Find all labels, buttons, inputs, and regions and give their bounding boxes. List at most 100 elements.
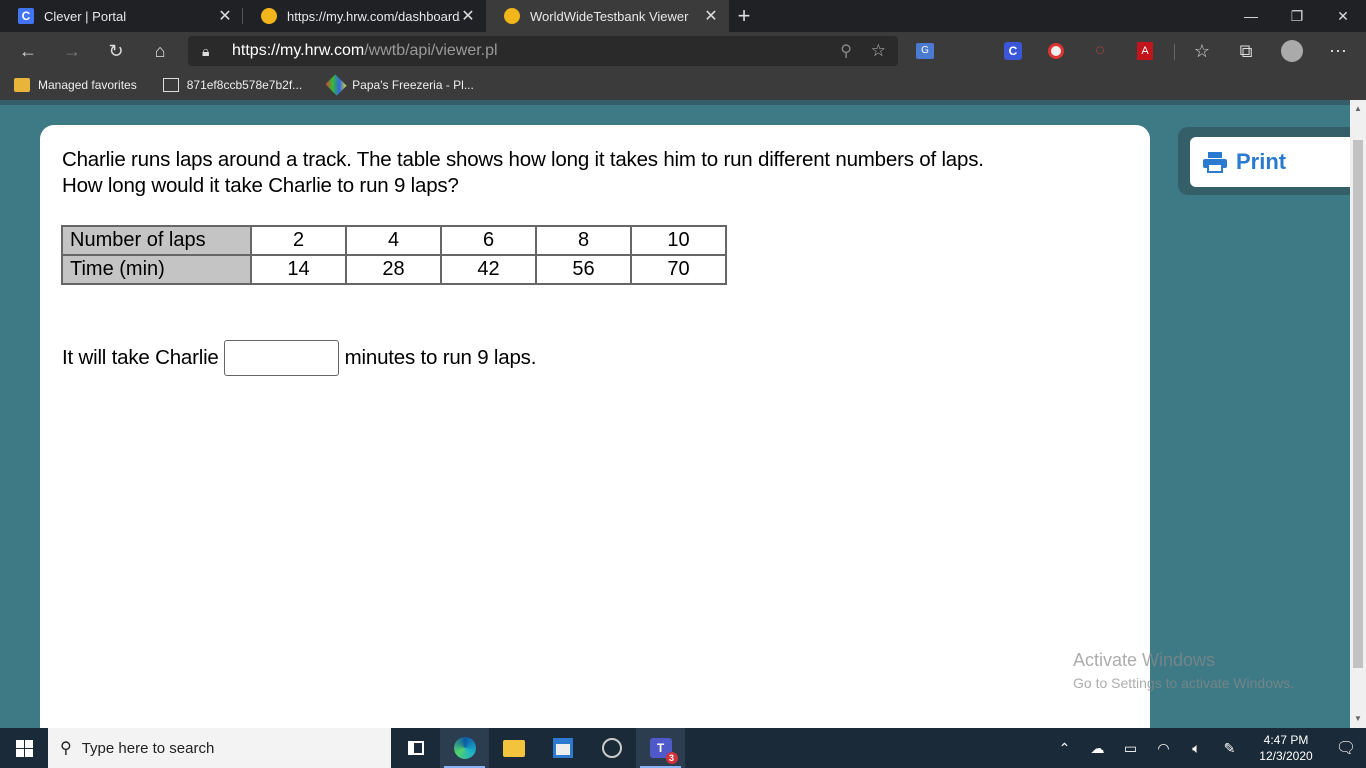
question-text: Charlie runs laps around a track. The ta…	[62, 147, 1062, 199]
show-hidden-icons-icon[interactable]: ⌃	[1048, 740, 1081, 757]
edge-icon	[453, 737, 476, 759]
windows-taskbar: ⚲ Type here to search T3 ⌃ ☁ ▭ ◠ 🔈︎ ✎ 4:…	[0, 728, 1366, 768]
wifi-icon[interactable]: ◠	[1147, 740, 1180, 757]
file-explorer-icon	[502, 739, 525, 757]
clock-date: 12/3/2020	[1259, 749, 1313, 763]
page-viewport: Charlie runs laps around a track. The ta…	[0, 100, 1350, 728]
favorite-papas-freezeria[interactable]: Papa's Freezeria - Pl...	[325, 74, 474, 96]
activate-windows-watermark: Activate Windows Go to Settings to activ…	[1073, 650, 1294, 691]
start-button[interactable]	[0, 728, 48, 768]
task-view-button[interactable]	[391, 728, 440, 768]
answer-prefix: It will take Charlie	[62, 346, 219, 369]
minimize-button[interactable]: —	[1228, 0, 1274, 32]
table-cell: 42	[440, 254, 537, 285]
battery-icon[interactable]: ▭	[1114, 740, 1147, 757]
profile-avatar[interactable]	[1272, 32, 1312, 70]
tab-title: https://my.hrw.com/dashboard/l	[287, 8, 460, 24]
tab-clever[interactable]: C Clever | Portal ✕	[0, 0, 243, 32]
favorite-star-icon[interactable]: ☆	[871, 41, 886, 61]
taskbar-store[interactable]	[538, 728, 587, 768]
more-menu-icon[interactable]: ⋯	[1318, 32, 1358, 70]
hrw-icon	[504, 8, 520, 24]
toolbar-divider	[1174, 44, 1175, 60]
table-cell: 56	[535, 254, 632, 285]
teams-badge: 3	[665, 752, 678, 764]
clock-time: 4:47 PM	[1263, 733, 1309, 747]
clock[interactable]: 4:47 PM 12/3/2020	[1246, 732, 1326, 764]
favorites-bar: Managed favorites 871ef8ccb578e7b2f... P…	[0, 70, 1366, 100]
tab-title: WorldWideTestbank Viewer	[530, 8, 689, 24]
table-row: Time (min) 14 28 42 56 70	[61, 254, 727, 285]
taskbar-edge[interactable]	[440, 728, 489, 768]
url-host: https://my.hrw.com	[232, 42, 365, 59]
clever-extension-icon[interactable]: C	[993, 32, 1033, 70]
task-view-icon	[407, 741, 424, 755]
scroll-down-arrow-icon[interactable]: ▼	[1350, 712, 1366, 726]
close-icon[interactable]: ✕	[460, 6, 476, 26]
table-cell: 28	[345, 254, 442, 285]
system-tray: ⌃ ☁ ▭ ◠ 🔈︎ ✎ 4:47 PM 12/3/2020 🗨︎	[1048, 728, 1366, 768]
browser-toolbar: ← → ↻ ⌂ 🔒︎ https://my.hrw.com/wwtb/api/v…	[0, 32, 1366, 70]
close-window-button[interactable]: ✕	[1320, 0, 1366, 32]
translate-extension-icon[interactable]: G	[905, 32, 945, 70]
taskbar-teams[interactable]: T3	[636, 728, 685, 768]
search-icon: ⚲	[60, 740, 72, 757]
pen-icon[interactable]: ✎	[1213, 740, 1246, 757]
zoom-icon[interactable]: ⚲	[840, 41, 852, 61]
taskbar-file-explorer[interactable]	[489, 728, 538, 768]
print-panel: Print	[1178, 127, 1350, 195]
favorites-icon[interactable]: ☆	[1182, 32, 1222, 70]
restore-button[interactable]: ❐	[1274, 0, 1320, 32]
windows-logo-icon	[15, 739, 33, 757]
table-cell: 8	[535, 225, 632, 256]
taskbar-search[interactable]: ⚲ Type here to search	[48, 728, 391, 768]
volume-icon[interactable]: 🔈︎	[1180, 740, 1213, 757]
tab-title: Clever | Portal	[44, 8, 127, 24]
laps-table: Number of laps 2 4 6 8 10 Time (min) 14 …	[61, 225, 727, 285]
table-cell: 4	[345, 225, 442, 256]
chat-extension-icon[interactable]: ◌	[1080, 32, 1120, 70]
pdf-extension-icon[interactable]: A	[1125, 32, 1165, 70]
record-extension-icon[interactable]	[1036, 32, 1076, 70]
header-strip	[0, 100, 1350, 105]
collections-icon[interactable]: ⧉	[1226, 32, 1266, 70]
table-cell: 14	[250, 254, 347, 285]
question-line: Charlie runs laps around a track. The ta…	[62, 148, 984, 171]
answer-input[interactable]	[223, 340, 339, 376]
new-tab-button[interactable]: +	[729, 0, 759, 32]
clever-icon: C	[18, 8, 34, 24]
search-placeholder: Type here to search	[81, 739, 215, 757]
favorite-link[interactable]: 871ef8ccb578e7b2f...	[162, 78, 303, 92]
scrollbar-thumb[interactable]	[1353, 140, 1363, 668]
table-cell: 2	[250, 225, 347, 256]
forward-button[interactable]: →	[50, 32, 94, 70]
favorite-managed[interactable]: Managed favorites	[14, 78, 137, 92]
favorite-label: 871ef8ccb578e7b2f...	[186, 78, 303, 92]
scroll-up-arrow-icon[interactable]: ▲	[1350, 102, 1366, 116]
close-icon[interactable]: ✕	[703, 6, 719, 26]
tab-hrw-dashboard[interactable]: https://my.hrw.com/dashboard/l ✕	[243, 0, 486, 32]
tab-bar: C Clever | Portal ✕ https://my.hrw.com/d…	[0, 0, 1366, 32]
favorite-label: Managed favorites	[38, 78, 137, 92]
papa-icon	[325, 74, 347, 96]
onedrive-icon[interactable]: ☁	[1081, 740, 1114, 757]
question-card: Charlie runs laps around a track. The ta…	[40, 125, 1150, 728]
tab-testbank-viewer[interactable]: WorldWideTestbank Viewer ✕	[486, 0, 729, 32]
back-button[interactable]: ←	[6, 32, 50, 70]
globe-icon	[601, 738, 622, 758]
teams-icon: T3	[649, 738, 678, 764]
taskbar-browser[interactable]	[587, 728, 636, 768]
page-scrollbar[interactable]: ▲ ▼	[1350, 100, 1366, 728]
home-button[interactable]: ⌂	[138, 32, 182, 70]
table-row: Number of laps 2 4 6 8 10	[61, 225, 727, 256]
close-icon[interactable]: ✕	[217, 6, 233, 26]
lock-icon: 🔒︎	[202, 43, 210, 59]
table-cell: 10	[630, 225, 727, 256]
refresh-button[interactable]: ↻	[94, 32, 138, 70]
answer-sentence: It will take Charlie minutes to run 9 la…	[62, 340, 536, 376]
address-bar[interactable]: 🔒︎ https://my.hrw.com/wwtb/api/viewer.pl…	[188, 36, 898, 66]
notifications-icon[interactable]: 🗨︎	[1326, 738, 1366, 758]
url-path: /wwtb/api/viewer.pl	[364, 42, 498, 59]
watermark-subtitle: Go to Settings to activate Windows.	[1073, 675, 1294, 691]
print-button[interactable]: Print	[1190, 137, 1350, 187]
